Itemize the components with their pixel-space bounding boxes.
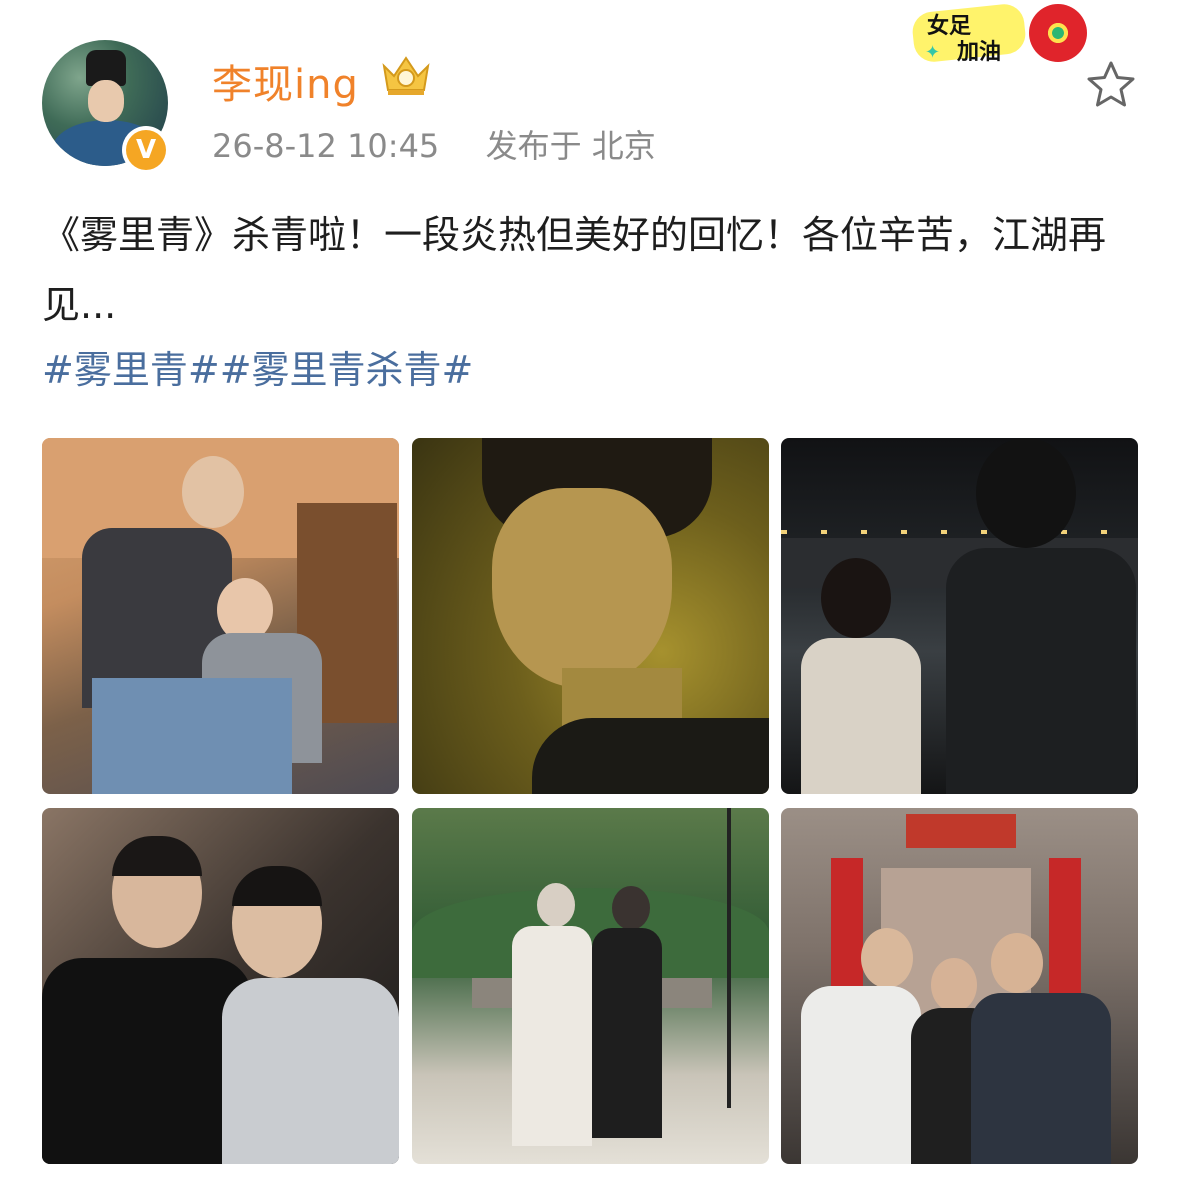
shirt [532,718,769,794]
denim-jacket [971,993,1111,1164]
pole [727,808,731,1108]
sticker-star-icon: ✦ [925,42,941,63]
grey-jacket [222,978,399,1164]
person-head [931,958,977,1012]
white-dress [801,638,921,794]
face [492,488,672,688]
post-tags: #雾里青##雾里青杀青# [42,340,473,400]
white-shirt [801,986,921,1164]
post-text: 《雾里青》杀青啦！一段炎热但美好的回忆！各位辛苦，江湖再见... [42,213,1107,327]
verified-badge-icon: V [122,126,170,174]
post-location: 发布于 北京 [485,127,656,165]
person-head [991,933,1043,993]
decoration-sticker: 女足 加油 ✦ [905,0,1095,70]
hashtag-2[interactable]: #雾里青杀青# [220,348,474,392]
white-suit [512,926,592,1146]
bridge-lights [781,530,1138,534]
photo-3[interactable] [781,438,1138,794]
post-timestamp: 26-8-12 10:45 [212,127,440,165]
verified-badge-label: V [126,130,166,170]
hair [112,836,202,876]
crown-vip-icon [382,56,430,95]
username[interactable]: 李现ing [212,52,359,110]
photo-4[interactable] [42,808,399,1164]
star-outline-icon[interactable] [1084,58,1138,112]
black-outfit [592,928,662,1138]
person-head [976,438,1076,548]
person-head [182,456,244,528]
post-meta: 26-8-12 10:45 发布于 北京 [212,121,656,167]
jeans [92,678,292,794]
person-hair [821,558,891,638]
red-banner [906,814,1016,848]
black-sweater [42,958,252,1164]
avatar-face [88,80,124,122]
photo-5[interactable] [412,808,769,1164]
person-head [537,883,575,927]
weibo-post: V 李现ing 26-8-12 10:45 发布于 北京 女足 加油 ✦ 《雾里… [0,0,1179,1190]
person-head [612,886,650,930]
photo-2[interactable] [412,438,769,794]
sticker-text-line2: 加油 [957,40,1002,65]
flower-icon [1029,4,1087,62]
person-head [861,928,913,988]
photo-grid [42,438,1138,1164]
photo-6[interactable] [781,808,1138,1164]
photo-1[interactable] [42,438,399,794]
hair [232,866,322,906]
person-jacket [946,548,1136,794]
hashtag-1[interactable]: #雾里青# [42,348,220,392]
